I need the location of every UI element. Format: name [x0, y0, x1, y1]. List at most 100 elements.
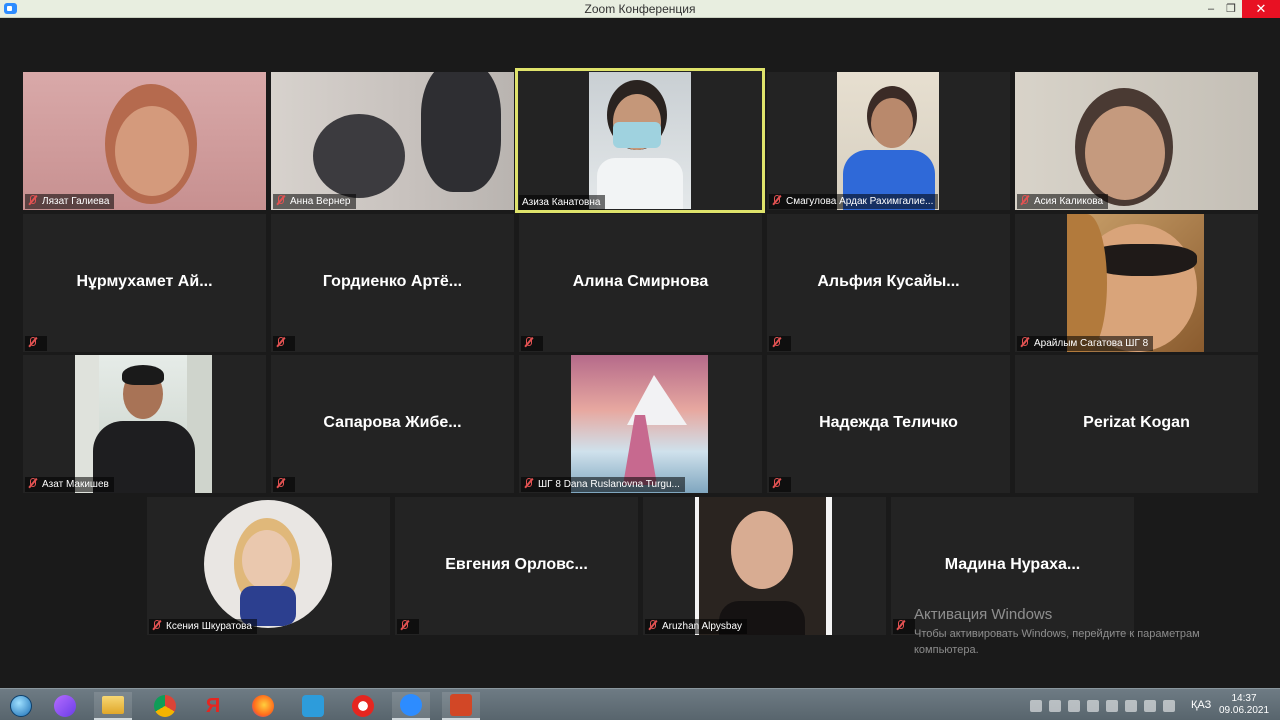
video-tile[interactable]: Надежда Теличко [767, 355, 1010, 493]
video-tile[interactable]: Aruzhan Alpysbay [643, 497, 886, 635]
participant-label: Лязат Галиева [25, 194, 115, 209]
window-title: Zoom Конференция [584, 2, 696, 16]
muted-mic-icon [400, 620, 409, 630]
muted-mic-icon [772, 337, 781, 347]
video-tile[interactable]: Perizat Kogan [1015, 355, 1258, 493]
participant-video [695, 497, 832, 635]
participant-name: Perizat Kogan [1083, 414, 1190, 431]
muted-mic-icon [524, 337, 533, 347]
participant-label [273, 336, 295, 351]
participant-label [521, 336, 543, 351]
muted-mic-icon [276, 195, 285, 205]
tray-icon[interactable] [1068, 700, 1080, 712]
participant-label [25, 336, 47, 351]
title-bar: Zoom Конференция ‒ ❐ ✕ [0, 0, 1280, 18]
participant-video [75, 355, 212, 493]
video-tile[interactable]: Асия Каликова [1015, 72, 1258, 210]
video-tile[interactable]: Евгения Орловс... [395, 497, 638, 635]
participant-name: Сапарова Жибе... [323, 414, 462, 431]
participant-video [837, 72, 939, 210]
participant-label: Азат Макишев [25, 477, 114, 492]
participant-label: Азиза Канатовна [519, 195, 606, 210]
participant-label: ШГ 8 Dana Ruslanovna Turgu... [521, 477, 685, 492]
participant-video [1015, 72, 1258, 210]
participant-label: Aruzhan Alpysbay [645, 619, 748, 634]
language-indicator[interactable]: ҚАЗ [1191, 699, 1211, 711]
tray-icon[interactable] [1049, 700, 1061, 712]
zoom-window: Zoom Конференция ‒ ❐ ✕ Лязат Галиева Анн… [0, 0, 1280, 720]
start-orb-icon[interactable] [2, 692, 40, 720]
video-tile[interactable]: Смагулова Ардак Рахимгалие... [767, 72, 1010, 210]
participant-video [1067, 214, 1204, 352]
participant-name: Мадина Нураха... [944, 556, 1081, 573]
video-tile[interactable]: Лязат Галиева [23, 72, 266, 210]
tray-icon[interactable] [1087, 700, 1099, 712]
video-tile[interactable]: Азат Макишев [23, 355, 266, 493]
video-tile[interactable]: Нұрмухамет Ай... [23, 214, 266, 352]
muted-mic-icon [896, 620, 905, 630]
activation-line-2: компьютера. [914, 644, 979, 656]
video-tile[interactable]: Алина Смирнова [519, 214, 762, 352]
participant-name: Альфия Кусайы... [817, 273, 960, 290]
participant-name: Нұрмухамет Ай... [76, 273, 213, 290]
participant-label: Анна Вернер [273, 194, 356, 209]
video-tile[interactable]: ШГ 8 Dana Ruslanovna Turgu... [519, 355, 762, 493]
muted-mic-icon [152, 620, 161, 630]
participant-label: Асия Каликова [1017, 194, 1109, 209]
yandex-browser-icon[interactable] [344, 692, 382, 720]
participant-label [769, 336, 791, 351]
zoom-icon[interactable] [392, 692, 430, 720]
participant-label: Ксения Шкуратова [149, 619, 257, 634]
video-tile[interactable]: Сапарова Жибе... [271, 355, 514, 493]
muted-mic-icon [772, 478, 781, 488]
participant-label [769, 477, 791, 492]
participant-name: Евгения Орловс... [445, 556, 588, 573]
muted-mic-icon [28, 195, 37, 205]
muted-mic-icon [28, 337, 37, 347]
video-tile[interactable]: Гордиенко Артё... [271, 214, 514, 352]
windows-activation-watermark: Активация Windows Чтобы активировать Win… [914, 606, 1200, 658]
muted-mic-icon [648, 620, 657, 630]
participant-video [23, 72, 266, 210]
system-tray[interactable] [1030, 697, 1175, 715]
muted-mic-icon [1020, 195, 1029, 205]
yandex-icon[interactable]: Я [194, 692, 232, 720]
participant-name: Надежда Теличко [819, 414, 958, 431]
video-tile[interactable]: Анна Вернер [271, 72, 514, 210]
participant-video [589, 72, 691, 209]
participant-video [571, 355, 708, 493]
volume-icon[interactable] [1125, 700, 1137, 712]
chrome-icon[interactable] [146, 692, 184, 720]
participant-name: Алина Смирнова [572, 273, 709, 290]
powerpoint-icon[interactable] [442, 692, 480, 720]
muted-mic-icon [524, 478, 533, 488]
video-icon[interactable] [294, 692, 332, 720]
tray-icon[interactable] [1106, 700, 1118, 712]
flag-icon[interactable] [1144, 700, 1156, 712]
firefox-icon[interactable] [244, 692, 282, 720]
video-tile[interactable]: Ксения Шкуратова [147, 497, 390, 635]
video-tile[interactable]: Альфия Кусайы... [767, 214, 1010, 352]
activation-line-1: Чтобы активировать Windows, перейдите к … [914, 628, 1200, 640]
file-explorer-icon[interactable] [94, 692, 132, 720]
muted-mic-icon [276, 478, 285, 488]
clock-date: 09.06.2021 [1219, 705, 1270, 716]
participant-label: Арайлым Сагатова ШГ 8 [1017, 336, 1154, 351]
clock-time: 14:37 [1231, 693, 1257, 704]
participant-label [273, 477, 295, 492]
participant-label [893, 619, 915, 634]
close-button[interactable]: ✕ [1242, 0, 1280, 18]
active-speaker-tile[interactable]: Азиза Канатовна [515, 68, 765, 213]
muted-mic-icon [1020, 337, 1029, 347]
participant-video [271, 72, 514, 210]
tray-icon[interactable] [1030, 700, 1042, 712]
clock[interactable]: 14:37 09.06.2021 [1219, 693, 1269, 717]
muted-mic-icon [276, 337, 285, 347]
alice-icon[interactable] [46, 692, 84, 720]
windows-taskbar: Я ҚАЗ 14:37 09.06.2021 [0, 688, 1280, 720]
network-icon[interactable] [1163, 700, 1175, 712]
participant-name: Гордиенко Артё... [322, 273, 463, 290]
video-tile[interactable]: Арайлым Сагатова ШГ 8 [1015, 214, 1258, 352]
activation-heading: Активация Windows [914, 606, 1053, 623]
participant-label [397, 619, 419, 634]
